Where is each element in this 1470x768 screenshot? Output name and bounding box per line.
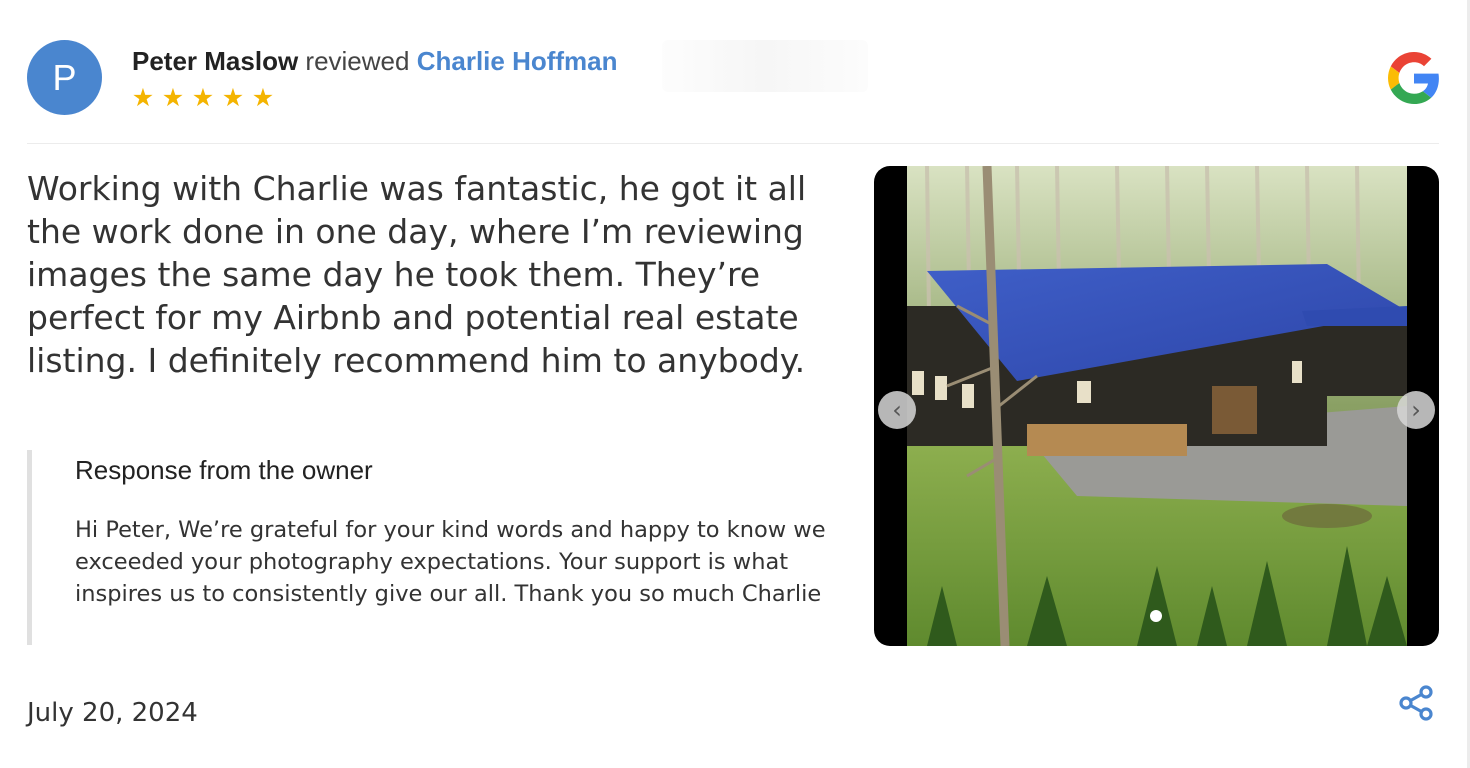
review-verb: reviewed	[305, 46, 410, 76]
star-icon: ★	[251, 83, 275, 112]
star-rating: ★ ★ ★ ★ ★	[130, 84, 276, 112]
star-icon: ★	[221, 83, 245, 112]
review-text: Working with Charlie was fantastic, he g…	[27, 169, 807, 380]
review-date: July 20, 2024	[27, 698, 198, 728]
owner-response-title: Response from the owner	[75, 455, 373, 485]
gallery-next-button[interactable]: ›	[1397, 391, 1435, 429]
review-photo[interactable]	[907, 166, 1407, 646]
header-divider	[27, 143, 1439, 144]
google-logo-icon	[1388, 52, 1439, 104]
gallery-prev-button[interactable]: ‹	[878, 391, 916, 429]
star-icon: ★	[191, 83, 215, 112]
avatar: P	[27, 40, 102, 115]
owner-response-text: Hi Peter, We’re grateful for your kind w…	[75, 517, 826, 607]
review-card: P Peter Maslow reviewed Charlie Hoffman …	[0, 0, 1470, 768]
review-header: Peter Maslow reviewed Charlie Hoffman	[132, 44, 618, 78]
share-icon[interactable]	[1398, 684, 1436, 722]
chevron-left-icon: ‹	[892, 396, 902, 424]
star-icon: ★	[161, 83, 185, 112]
gallery-page-indicator[interactable]	[1150, 610, 1162, 622]
faded-overlay	[662, 40, 868, 92]
owner-response: Response from the owner Hi Peter, We’re …	[27, 450, 837, 645]
star-icon: ★	[131, 83, 155, 112]
reviewer-name: Peter Maslow	[132, 46, 299, 76]
avatar-initial: P	[52, 56, 77, 98]
photo-gallery[interactable]: ‹ ›	[874, 166, 1439, 646]
business-name-link[interactable]: Charlie Hoffman	[417, 46, 618, 76]
chevron-right-icon: ›	[1411, 396, 1421, 424]
